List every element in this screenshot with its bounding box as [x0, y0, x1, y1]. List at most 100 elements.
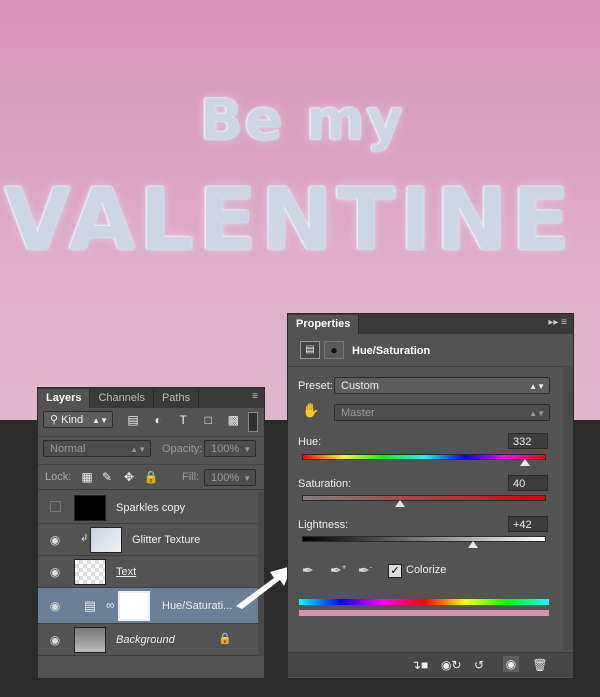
hue-slider-track[interactable]	[302, 454, 546, 460]
eye-icon[interactable]: ◉	[503, 656, 519, 672]
hue-label: Hue:	[298, 436, 322, 448]
layer-row-sparkles-copy[interactable]: Sparkles copy	[38, 492, 262, 524]
tab-channels[interactable]: Channels	[90, 389, 154, 408]
chevron-down-icon: ▼	[243, 445, 251, 454]
mask-icon[interactable]: ●	[324, 341, 344, 359]
saturation-slider-thumb[interactable]	[395, 500, 405, 507]
hue-slider-thumb[interactable]	[520, 459, 530, 466]
properties-panel-tabs: Properties ▸▸ ≡	[288, 314, 573, 334]
callout-arrow	[236, 566, 292, 609]
link-icon[interactable]: ∞	[106, 598, 115, 612]
view-previous-state-icon[interactable]: ◉↻	[441, 657, 462, 673]
lock-image-icon[interactable]: ✎	[99, 469, 115, 485]
tab-properties[interactable]: Properties	[288, 315, 360, 334]
chevron-updown-icon: ▲▼	[92, 416, 108, 425]
properties-scrollbar[interactable]	[563, 366, 573, 650]
fill-label: Fill:	[182, 471, 200, 483]
canvas-text-be-my: Be my	[200, 88, 406, 153]
chevron-updown-icon: ▲▼	[529, 382, 545, 391]
blend-mode-select[interactable]: Normal ▲▼	[43, 440, 151, 457]
layer-row-glitter-texture[interactable]: ◉ ↲ Glitter Texture	[38, 524, 262, 556]
layer-name[interactable]: Text	[116, 556, 136, 588]
filter-buttons: ▤ ◐ T □ ▩	[122, 412, 244, 428]
smart-object-filter-icon[interactable]: ▩	[225, 412, 241, 428]
eye-icon[interactable]: ◉	[47, 588, 63, 624]
properties-footer: ↴■ ◉↻ ↺ ◉ 🗑	[288, 652, 573, 677]
fill-value: 100%	[211, 472, 240, 484]
filter-kind-value: Kind	[61, 414, 84, 426]
layer-row-text[interactable]: ◉ Text	[38, 556, 262, 588]
lock-label: Lock:	[45, 471, 72, 483]
blend-mode-value: Normal	[50, 443, 86, 455]
eye-icon[interactable]: ◉	[47, 624, 63, 656]
layer-mask-thumbnail[interactable]	[118, 591, 150, 621]
eyedropper-icon[interactable]: ✒	[302, 562, 314, 579]
layers-panel-tabs: Layers Channels Paths ≡	[38, 388, 264, 408]
clipping-arrow-icon: ↲	[80, 533, 89, 544]
lightness-label: Lightness:	[298, 519, 349, 531]
panel-menu-icon[interactable]: ▸▸ ≡	[548, 317, 567, 328]
input-color-bar	[299, 599, 549, 605]
trash-icon[interactable]: 🗑	[532, 657, 548, 673]
hue-value-field[interactable]: 332	[508, 433, 548, 449]
preset-select[interactable]: Custom ▲▼	[334, 377, 550, 394]
lightness-slider-track[interactable]	[302, 536, 546, 542]
lock-transparent-icon[interactable]: ▦	[79, 469, 95, 485]
adjustment-icon: ▤	[300, 341, 320, 359]
eyedropper-minus-icon[interactable]: ✒-	[358, 562, 372, 579]
search-icon: ⚲	[50, 414, 59, 426]
adjustment-filter-icon[interactable]: ◐	[150, 412, 166, 428]
fill-field[interactable]: 100% ▼	[204, 469, 256, 486]
filter-kind-select[interactable]: ⚲ Kind ▲▼	[43, 411, 113, 428]
visibility-toggle-off[interactable]	[47, 492, 63, 524]
lightness-slider-thumb[interactable]	[468, 541, 478, 548]
layer-name[interactable]: Background	[116, 624, 175, 656]
properties-panel: Properties ▸▸ ≡ ▤ ● Hue/Saturation Prese…	[287, 313, 574, 679]
colorize-label: Colorize	[406, 564, 447, 576]
lock-row: Lock: ▦ ✎ ✥ 🔒 Fill: 100% ▼	[38, 464, 264, 490]
lightness-value-field[interactable]: +42	[508, 516, 548, 532]
canvas-text-valentine: VALENTINE	[4, 170, 575, 270]
layer-thumbnail	[90, 527, 122, 553]
eye-icon[interactable]: ◉	[47, 524, 63, 556]
lock-icon: 🔒	[218, 633, 232, 645]
saturation-slider-track[interactable]	[302, 495, 546, 501]
image-filter-icon[interactable]: ▤	[125, 412, 141, 428]
reset-icon[interactable]: ↺	[471, 657, 487, 673]
opacity-value: 100%	[211, 443, 240, 455]
type-filter-icon[interactable]: T	[175, 412, 191, 428]
channel-select[interactable]: Master ▲▼	[334, 404, 550, 421]
saturation-label: Saturation:	[298, 478, 352, 490]
layer-filter-row: ⚲ Kind ▲▼ ▤ ◐ T □ ▩	[38, 410, 264, 432]
tab-layers[interactable]: Layers	[38, 389, 91, 408]
shape-filter-icon[interactable]: □	[200, 412, 216, 428]
preset-label: Preset:	[298, 380, 333, 392]
layer-name[interactable]: Sparkles copy	[116, 492, 185, 524]
opacity-field[interactable]: 100% ▼	[204, 440, 256, 457]
saturation-value-field[interactable]: 40	[508, 475, 548, 491]
adjustment-icon: ▤	[74, 593, 106, 619]
layer-thumbnail	[74, 495, 106, 521]
layer-thumbnail	[74, 559, 106, 585]
chevron-updown-icon: ▲▼	[130, 445, 146, 454]
layer-thumbnail	[74, 627, 106, 653]
colorize-checkbox[interactable]: ✓	[388, 564, 402, 578]
panel-menu-icon[interactable]: ≡	[252, 391, 258, 402]
output-color-bar	[299, 610, 549, 616]
preset-value: Custom	[341, 380, 379, 392]
eyedropper-plus-icon[interactable]: ✒+	[330, 562, 346, 579]
filter-toggle[interactable]	[248, 412, 258, 432]
layers-panel: Layers Channels Paths ≡ ⚲ Kind ▲▼ ▤ ◐ T …	[37, 387, 265, 679]
layer-name[interactable]: Glitter Texture	[132, 524, 200, 556]
layer-row-background[interactable]: ◉ Background 🔒	[38, 624, 262, 656]
blend-row: Normal ▲▼ Opacity: 100% ▼	[38, 436, 264, 459]
targeted-adjustment-hand-icon[interactable]: ✋	[302, 402, 319, 419]
eye-icon[interactable]: ◉	[47, 556, 63, 588]
clip-to-layer-icon[interactable]: ↴■	[411, 657, 428, 673]
lock-position-icon[interactable]: ✥	[121, 469, 137, 485]
properties-header: ▤ ● Hue/Saturation	[288, 336, 573, 367]
lock-all-icon[interactable]: 🔒	[143, 469, 159, 485]
layer-name[interactable]: Hue/Saturati...	[162, 588, 232, 624]
layer-row-hue-saturation[interactable]: ◉ ▤ ∞ Hue/Saturati...	[38, 588, 262, 624]
tab-paths[interactable]: Paths	[154, 389, 200, 408]
